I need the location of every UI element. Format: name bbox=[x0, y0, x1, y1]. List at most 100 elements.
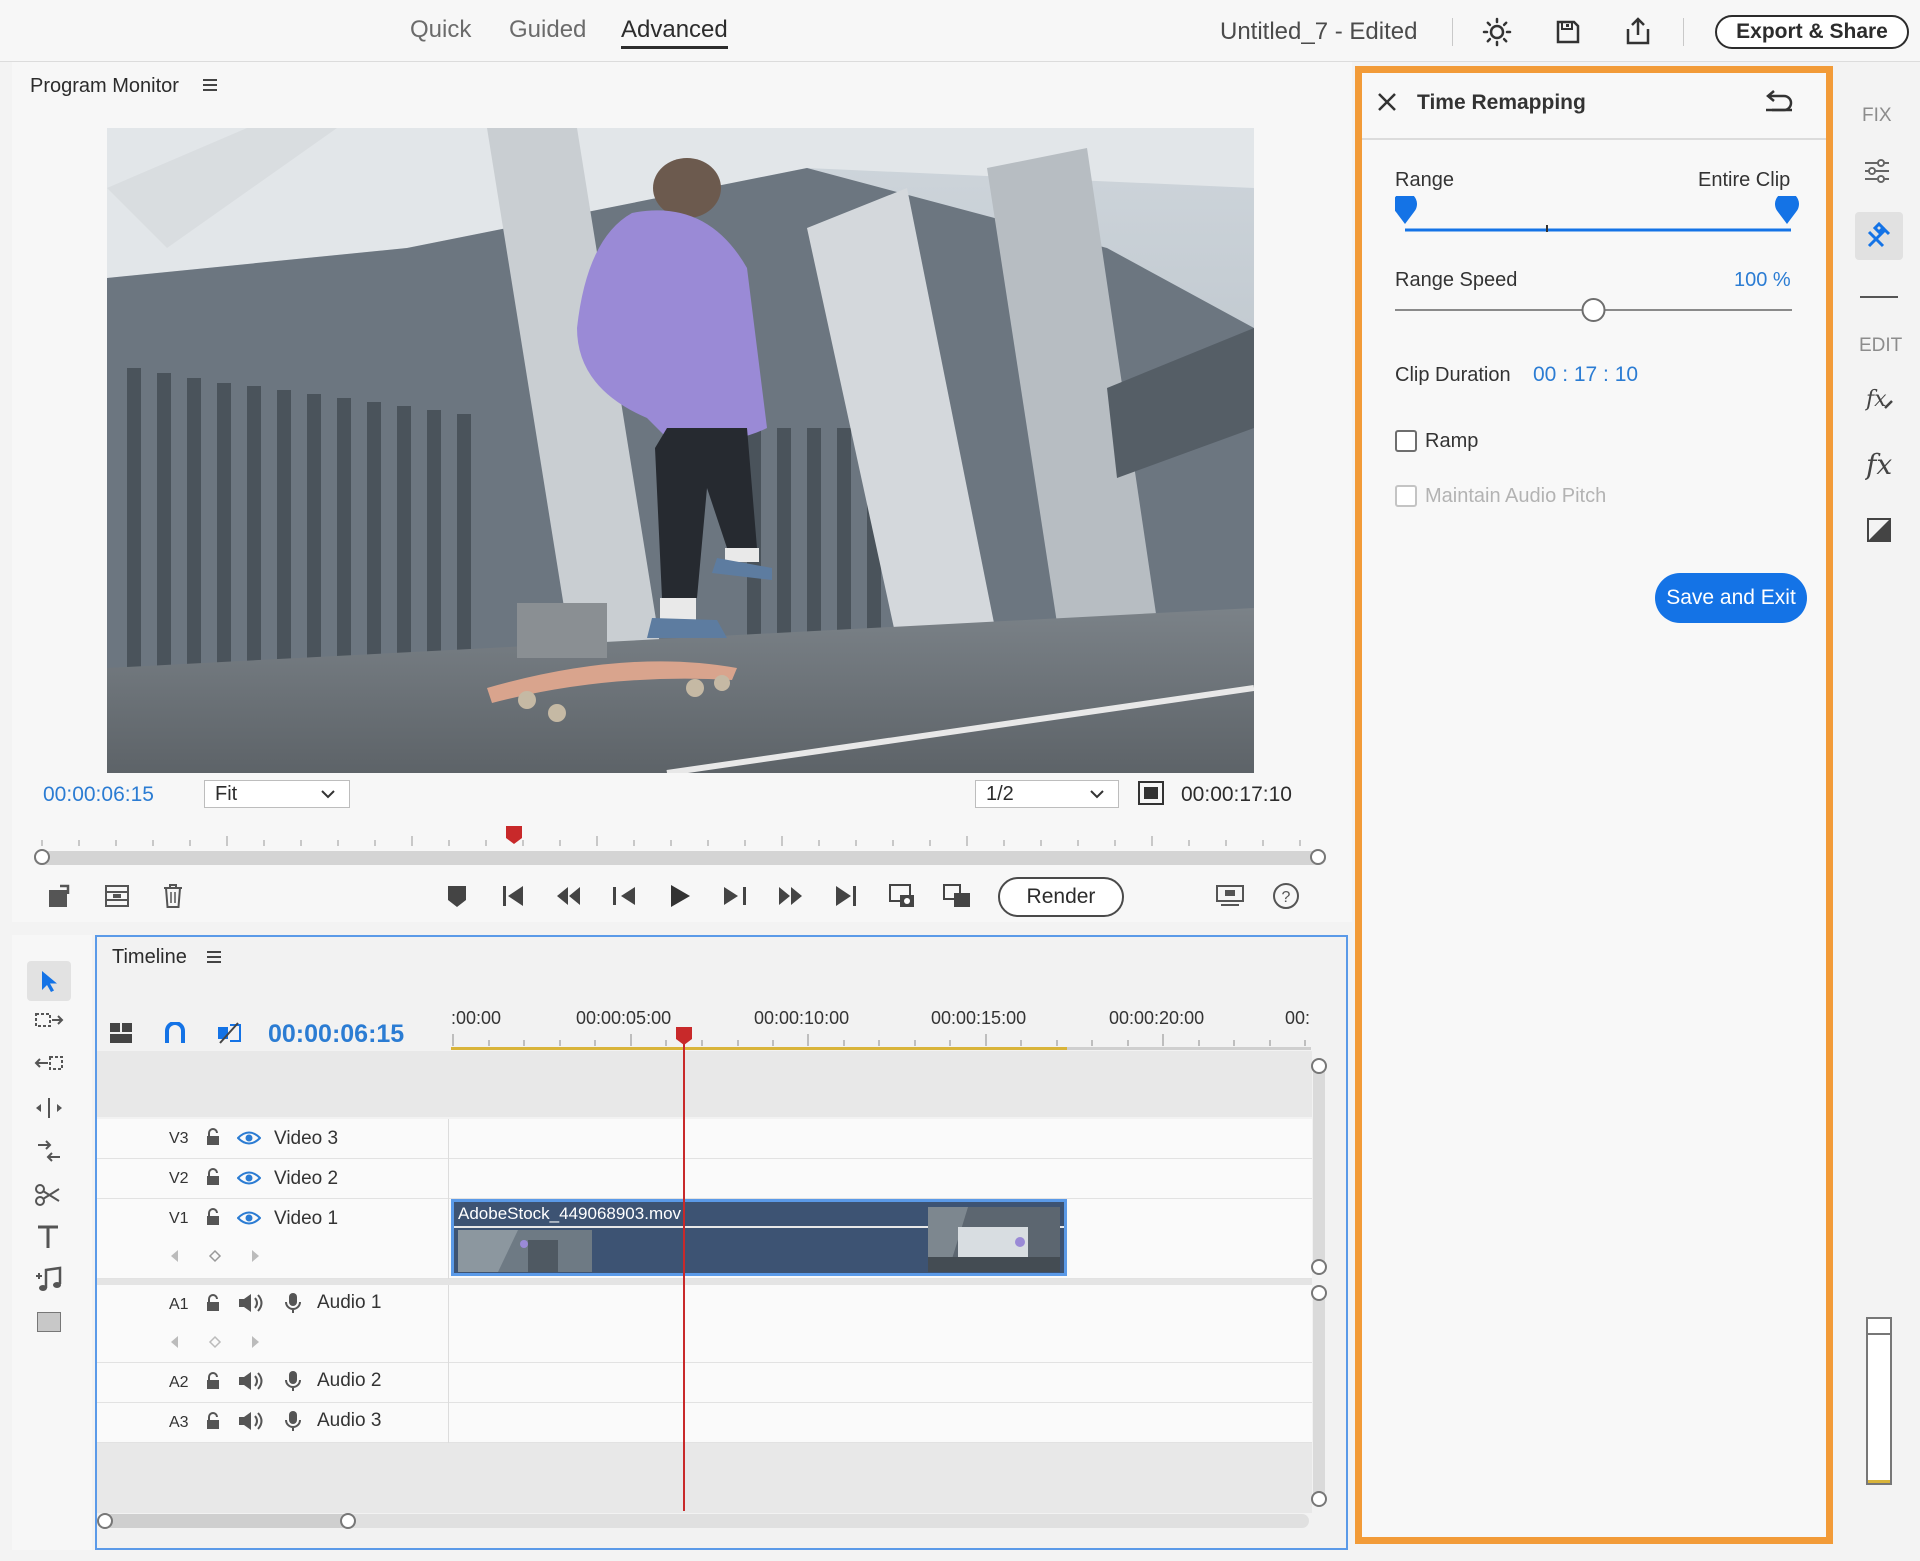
help-icon[interactable]: ? bbox=[1270, 880, 1302, 912]
microphone-icon[interactable] bbox=[284, 1410, 302, 1432]
adjustments-icon[interactable] bbox=[1863, 158, 1891, 184]
video-preview[interactable] bbox=[107, 128, 1254, 773]
tab-guided[interactable]: Guided bbox=[509, 16, 586, 44]
speaker-icon[interactable] bbox=[237, 1370, 265, 1392]
close-icon[interactable] bbox=[1377, 92, 1397, 112]
scroll-handle-start[interactable] bbox=[34, 849, 50, 865]
go-to-start-icon[interactable] bbox=[497, 880, 529, 912]
speaker-icon[interactable] bbox=[237, 1292, 265, 1314]
grid-view-icon[interactable] bbox=[101, 880, 133, 912]
rotate-clip-icon[interactable] bbox=[44, 880, 76, 912]
horizontal-scroll-thumb[interactable] bbox=[99, 1514, 349, 1528]
track-a2[interactable] bbox=[97, 1363, 1312, 1403]
scroll-handle[interactable] bbox=[1311, 1058, 1327, 1074]
timeline-ruler[interactable] bbox=[451, 1028, 1311, 1050]
export-frame-icon[interactable] bbox=[886, 880, 918, 912]
clip-thumbnail bbox=[928, 1207, 1060, 1272]
transitions-icon[interactable] bbox=[1867, 518, 1891, 542]
rewind-icon[interactable] bbox=[552, 880, 584, 912]
timeline-empty-area bbox=[97, 1051, 1312, 1117]
play-icon[interactable] bbox=[664, 880, 696, 912]
add-marker-icon[interactable] bbox=[441, 880, 473, 912]
maintain-audio-pitch-checkbox[interactable] bbox=[1395, 485, 1417, 507]
export-share-button[interactable]: Export & Share bbox=[1715, 15, 1909, 49]
range-slider[interactable] bbox=[1395, 196, 1801, 236]
render-button[interactable]: Render bbox=[998, 877, 1124, 917]
clip-duration-label: Clip Duration bbox=[1395, 364, 1511, 386]
timeline-view-icon[interactable] bbox=[109, 1022, 133, 1044]
track-a1[interactable] bbox=[97, 1285, 1312, 1363]
trash-icon[interactable] bbox=[157, 880, 189, 912]
monitor-settings-icon[interactable] bbox=[1214, 880, 1246, 912]
scroll-handle[interactable] bbox=[1311, 1259, 1327, 1275]
track-name: Video 1 bbox=[274, 1208, 339, 1229]
eye-icon[interactable] bbox=[237, 1211, 261, 1225]
reset-icon[interactable] bbox=[1764, 90, 1794, 112]
selection-tool[interactable] bbox=[27, 961, 71, 1001]
share-icon[interactable] bbox=[1624, 16, 1652, 46]
text-tool-icon[interactable] bbox=[36, 1224, 60, 1250]
scroll-handle[interactable] bbox=[1311, 1491, 1327, 1507]
music-tool-icon[interactable] bbox=[34, 1266, 64, 1294]
go-to-end-icon[interactable] bbox=[830, 880, 862, 912]
track-code: V2 bbox=[169, 1170, 189, 1187]
tab-advanced[interactable]: Advanced bbox=[621, 16, 728, 49]
microphone-icon[interactable] bbox=[284, 1370, 302, 1392]
panel-menu-icon[interactable] bbox=[202, 78, 218, 92]
freeze-frame-icon[interactable] bbox=[941, 880, 973, 912]
lock-icon[interactable] bbox=[205, 1168, 221, 1186]
timeline-empty-area bbox=[97, 1443, 1312, 1513]
panel-menu-icon[interactable] bbox=[206, 950, 222, 964]
step-back-icon[interactable] bbox=[608, 880, 640, 912]
arrow-cursor-icon bbox=[42, 971, 57, 992]
track-code: A3 bbox=[169, 1414, 189, 1431]
ripple-edit-tool-icon[interactable] bbox=[34, 1053, 64, 1075]
fit-dropdown[interactable]: Fit bbox=[204, 780, 350, 808]
keyframe-nav-icon[interactable] bbox=[168, 1248, 262, 1264]
video-tracks-scrollbar[interactable] bbox=[1313, 1059, 1325, 1269]
resolution-dropdown-value: 1/2 bbox=[986, 783, 1014, 805]
monitor-scroll-track[interactable] bbox=[34, 851, 1326, 865]
ramp-checkbox[interactable] bbox=[1395, 430, 1417, 452]
snap-icon[interactable] bbox=[164, 1022, 186, 1044]
lock-icon[interactable] bbox=[205, 1294, 221, 1312]
rolling-edit-tool-icon[interactable] bbox=[34, 1096, 64, 1120]
audio-tracks-scrollbar[interactable] bbox=[1313, 1292, 1325, 1502]
keyframe-nav-icon[interactable] bbox=[168, 1334, 262, 1350]
save-icon[interactable] bbox=[1555, 19, 1581, 45]
fast-forward-icon[interactable] bbox=[775, 880, 807, 912]
microphone-icon[interactable] bbox=[284, 1292, 302, 1314]
resolution-dropdown[interactable]: 1/2 bbox=[975, 780, 1119, 808]
shape-tool-icon[interactable] bbox=[37, 1312, 61, 1332]
ruler-tick-label: 00: bbox=[1285, 1008, 1311, 1028]
speaker-icon[interactable] bbox=[237, 1410, 265, 1432]
eye-icon[interactable] bbox=[237, 1171, 261, 1185]
fullscreen-icon[interactable] bbox=[1137, 780, 1165, 806]
eye-icon[interactable] bbox=[237, 1131, 261, 1145]
scroll-handle[interactable] bbox=[97, 1513, 113, 1529]
linked-selection-icon[interactable] bbox=[216, 1021, 242, 1045]
track-select-tool-icon[interactable] bbox=[34, 1010, 64, 1032]
scroll-handle-end[interactable] bbox=[1310, 849, 1326, 865]
lock-icon[interactable] bbox=[205, 1372, 221, 1390]
chevron-down-icon bbox=[1090, 790, 1104, 799]
effects-icon[interactable]: fx bbox=[1865, 450, 1895, 480]
save-and-exit-button[interactable]: Save and Exit bbox=[1655, 573, 1807, 623]
lock-icon[interactable] bbox=[205, 1128, 221, 1146]
video-clip[interactable]: AdobeStock_449068903.mov bbox=[451, 1199, 1067, 1276]
range-speed-slider[interactable] bbox=[1395, 296, 1792, 324]
timeline-playhead[interactable] bbox=[675, 1026, 693, 1046]
monitor-playhead[interactable] bbox=[505, 825, 523, 845]
scroll-handle[interactable] bbox=[1311, 1285, 1327, 1301]
applied-effects-icon[interactable]: fx bbox=[1865, 386, 1895, 412]
tools-icon[interactable] bbox=[1855, 212, 1903, 260]
lock-icon[interactable] bbox=[205, 1412, 221, 1430]
step-forward-icon[interactable] bbox=[719, 880, 751, 912]
brightness-icon[interactable] bbox=[1482, 17, 1512, 47]
slip-tool-icon[interactable] bbox=[34, 1139, 64, 1165]
track-a3[interactable] bbox=[97, 1403, 1312, 1443]
scroll-handle[interactable] bbox=[340, 1513, 356, 1529]
razor-tool-icon[interactable] bbox=[34, 1182, 62, 1208]
tab-quick[interactable]: Quick bbox=[410, 16, 471, 44]
lock-icon[interactable] bbox=[205, 1208, 221, 1226]
